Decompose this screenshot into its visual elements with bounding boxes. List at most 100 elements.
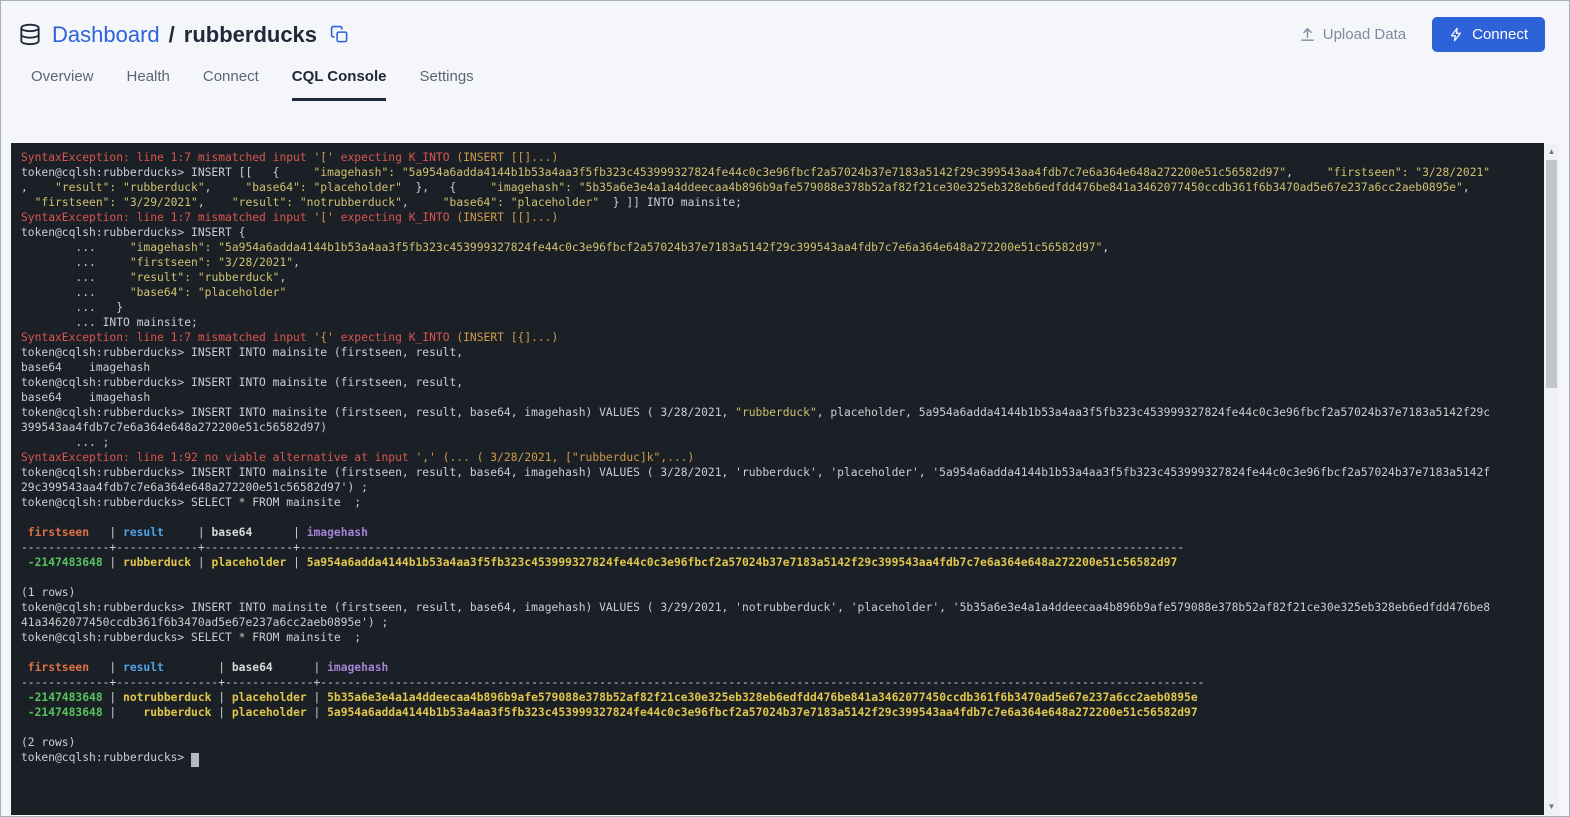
- console-text-segment: |: [163, 526, 212, 539]
- console-line: ... ;: [21, 435, 1541, 450]
- tab-cql-console[interactable]: CQL Console: [291, 68, 387, 101]
- console-line: token@cqlsh:rubberducks> SELECT * FROM m…: [21, 630, 1541, 645]
- console-line: ... }: [21, 300, 1541, 315]
- console-line: "firstseen": "3/29/2021", "result": "not…: [21, 195, 1541, 210]
- upload-icon: [1300, 28, 1314, 41]
- console-text-segment: token@cqlsh:rubberducks> INSERT INTO mai…: [21, 601, 1491, 614]
- console-output: SyntaxException: line 1:7 mismatched inp…: [21, 150, 1541, 767]
- console-text-segment: token@cqlsh:rubberducks>: [21, 751, 192, 764]
- tab-health[interactable]: Health: [127, 68, 170, 101]
- console-text-segment: -2147483648: [21, 691, 103, 704]
- console-text-segment: base64 imagehash: [21, 391, 151, 404]
- console-text-segment: 5a954a6adda4144b1b53a4aa3f5fb323c4539993…: [327, 706, 1198, 719]
- console-text-segment: base64 imagehash: [21, 361, 151, 374]
- upload-data-button[interactable]: Upload Data: [1299, 26, 1406, 43]
- console-line: ... "result": "rubberduck",: [21, 270, 1541, 285]
- console-text-segment: ...: [21, 271, 130, 284]
- console-line: (1 rows): [21, 585, 1541, 600]
- console-text-segment: ...: [21, 286, 130, 299]
- console-line: firstseen | result | base64 | imagehash: [21, 525, 1541, 540]
- console-text-segment: ,: [1286, 166, 1327, 179]
- console-line: token@cqlsh:rubberducks> INSERT INTO mai…: [21, 345, 1541, 360]
- console-text-segment: |: [252, 526, 307, 539]
- tab-settings[interactable]: Settings: [419, 68, 473, 101]
- tab-connect[interactable]: Connect: [203, 68, 259, 101]
- connect-label: Connect: [1472, 26, 1528, 43]
- breadcrumb-separator: /: [168, 21, 175, 47]
- console-text-segment: ,: [293, 256, 300, 269]
- console-text-segment: |: [191, 556, 212, 569]
- scroll-down-icon[interactable]: ▼: [1544, 798, 1559, 815]
- console-text-segment: |: [306, 706, 328, 719]
- console-text-segment: |: [102, 691, 124, 704]
- console-text-segment: SyntaxException: line 1:92 no viable alt…: [21, 451, 416, 464]
- console-line: ... INTO mainsite;: [21, 315, 1541, 330]
- console-line: token@cqlsh:rubberducks> INSERT [[ { "im…: [21, 165, 1541, 180]
- console-text-segment: "result": "rubberduck": [129, 271, 280, 284]
- console-text-segment: ,: [197, 196, 232, 209]
- console-line: token@cqlsh:rubberducks> INSERT INTO mai…: [21, 375, 1541, 390]
- console-text-segment: base64: [231, 661, 273, 674]
- scroll-up-icon[interactable]: ▲: [1544, 143, 1559, 160]
- console-line: -------------+---------------+----------…: [21, 675, 1541, 690]
- scrollbar-thumb[interactable]: [1546, 160, 1557, 388]
- console-text-segment: 399543aa4fdb7c7e6a364e648a272200e51c5658…: [21, 421, 328, 434]
- console-line: base64 imagehash: [21, 390, 1541, 405]
- console-text-segment: ...: [21, 241, 130, 254]
- console-line: 399543aa4fdb7c7e6a364e648a272200e51c5658…: [21, 420, 1541, 435]
- console-text-segment: 41a3462077450ccdb361f6b3470ad5e67e237a6c…: [21, 616, 389, 629]
- console-text-segment: |: [286, 556, 307, 569]
- console-text-segment: |: [306, 691, 328, 704]
- console-text-segment: -2147483648: [21, 556, 103, 569]
- console-text-segment: (2 rows): [21, 736, 76, 749]
- console-line: -2147483648 | rubberduck | placeholder |…: [21, 705, 1541, 720]
- console-text-segment: token@cqlsh:rubberducks> INSERT INTO mai…: [21, 346, 464, 359]
- console-text-segment: '[': [313, 151, 334, 164]
- console-scrollbar[interactable]: ▲ ▼: [1544, 143, 1559, 815]
- console-text-segment: |: [163, 661, 232, 674]
- console-text-segment: -------------+------------+-------------…: [21, 541, 1185, 554]
- console-text-segment: token@cqlsh:rubberducks> SELECT * FROM m…: [21, 631, 362, 644]
- console-text-segment: expecting K_INTO: [333, 211, 457, 224]
- connect-button[interactable]: Connect: [1432, 17, 1545, 52]
- cql-console[interactable]: SyntaxException: line 1:7 mismatched inp…: [11, 143, 1559, 815]
- console-text-segment: ,: [21, 181, 56, 194]
- console-line: (2 rows): [21, 735, 1541, 750]
- console-line: -2147483648 | rubberduck | placeholder |…: [21, 555, 1541, 570]
- console-text-segment: } ]] INTO mainsite;: [599, 196, 742, 209]
- copy-icon[interactable]: [330, 25, 349, 44]
- console-text-segment: expecting K_INTO: [333, 151, 457, 164]
- console-line: -2147483648 | notrubberduck | placeholde…: [21, 690, 1541, 705]
- console-text-segment: (1 rows): [21, 586, 76, 599]
- console-text-segment: -2147483648: [21, 706, 103, 719]
- breadcrumb-dashboard-link[interactable]: Dashboard: [52, 22, 160, 48]
- console-line: token@cqlsh:rubberducks> INSERT INTO mai…: [21, 600, 1541, 615]
- console-text-segment: "imagehash": "5a954a6adda4144b1b53a4aa3f…: [313, 166, 1287, 179]
- breadcrumb: Dashboard / rubberducks: [17, 22, 349, 48]
- console-line: base64 imagehash: [21, 360, 1541, 375]
- console-text-segment: token@cqlsh:rubberducks> INSERT INTO mai…: [21, 406, 736, 419]
- console-text-segment: rubberduck: [123, 706, 212, 719]
- console-text-segment: [436, 451, 443, 464]
- console-text-segment: "result": "rubberduck": [55, 181, 205, 194]
- console-line: firstseen | result | base64 | imagehash: [21, 660, 1541, 675]
- console-text-segment: "imagehash": "5a954a6adda4144b1b53a4aa3f…: [129, 241, 1103, 254]
- console-text-segment: 5a954a6adda4144b1b53a4aa3f5fb323c4539993…: [306, 556, 1178, 569]
- tab-bar: Overview Health Connect CQL Console Settings: [1, 68, 1569, 101]
- console-text-segment: 5b35a6e3e4a1a4ddeecaa4b896b9afe579088e37…: [327, 691, 1198, 704]
- console-text-segment: |: [272, 661, 328, 674]
- console-line: ... "firstseen": "3/28/2021",: [21, 255, 1541, 270]
- console-text-segment: (INSERT [{]...): [456, 331, 559, 344]
- tab-overview[interactable]: Overview: [31, 68, 94, 101]
- console-text-segment: "base64": "placeholder": [245, 181, 402, 194]
- console-text-segment: "firstseen": "3/28/2021": [1326, 166, 1491, 179]
- console-line: -------------+------------+-------------…: [21, 540, 1541, 555]
- console-text-segment: ',': [415, 451, 436, 464]
- console-text-segment: base64: [211, 526, 253, 539]
- console-text-segment: [21, 196, 35, 209]
- console-text-segment: |: [211, 706, 232, 719]
- console-line: ... "imagehash": "5a954a6adda4144b1b53a4…: [21, 240, 1541, 255]
- console-cursor: [191, 753, 200, 767]
- console-text-segment: "base64": "placeholder": [129, 286, 287, 299]
- console-text-segment: |: [89, 526, 124, 539]
